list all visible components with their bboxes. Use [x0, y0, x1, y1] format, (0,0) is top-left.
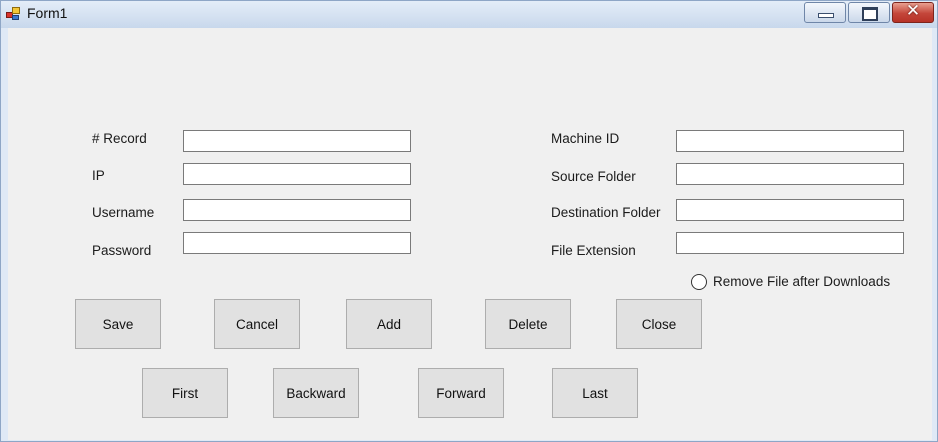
record-input[interactable] [183, 130, 411, 152]
source-folder-label: Source Folder [551, 169, 636, 184]
destination-folder-input[interactable] [676, 199, 904, 221]
backward-button[interactable]: Backward [273, 368, 359, 418]
remove-file-radio[interactable] [691, 274, 707, 290]
file-extension-label: File Extension [551, 243, 636, 258]
add-button[interactable]: Add [346, 299, 432, 349]
last-button[interactable]: Last [552, 368, 638, 418]
ip-label: IP [92, 168, 105, 183]
form-client-area: # Record IP Username Password Machine ID… [8, 28, 932, 440]
close-window-button[interactable]: ✕ [892, 1, 934, 23]
password-input[interactable] [183, 232, 411, 254]
window-title: Form1 [27, 5, 68, 21]
first-button[interactable]: First [142, 368, 228, 418]
title-bar[interactable]: Form1 ✕ [1, 1, 937, 28]
username-input[interactable] [183, 199, 411, 221]
save-button[interactable]: Save [75, 299, 161, 349]
close-button[interactable]: Close [616, 299, 702, 349]
destination-folder-label: Destination Folder [551, 205, 661, 220]
file-extension-input[interactable] [676, 232, 904, 254]
machine-id-label: Machine ID [551, 131, 620, 146]
source-folder-input[interactable] [676, 163, 904, 185]
maximize-icon [862, 7, 878, 21]
maximize-button[interactable] [848, 2, 890, 23]
cancel-button[interactable]: Cancel [214, 299, 300, 349]
delete-button[interactable]: Delete [485, 299, 571, 349]
minimize-button[interactable] [804, 2, 846, 23]
form-window: Form1 ✕ # Record IP Username Password Ma… [0, 0, 938, 442]
machine-id-input[interactable] [676, 130, 904, 152]
close-icon: ✕ [905, 1, 921, 21]
app-icon[interactable] [6, 6, 22, 22]
username-label: Username [92, 205, 155, 220]
ip-input[interactable] [183, 163, 411, 185]
forward-button[interactable]: Forward [418, 368, 504, 418]
remove-file-label[interactable]: Remove File after Downloads [713, 274, 890, 289]
record-label: # Record [92, 131, 147, 146]
minimize-icon [818, 13, 834, 18]
password-label: Password [92, 243, 152, 258]
